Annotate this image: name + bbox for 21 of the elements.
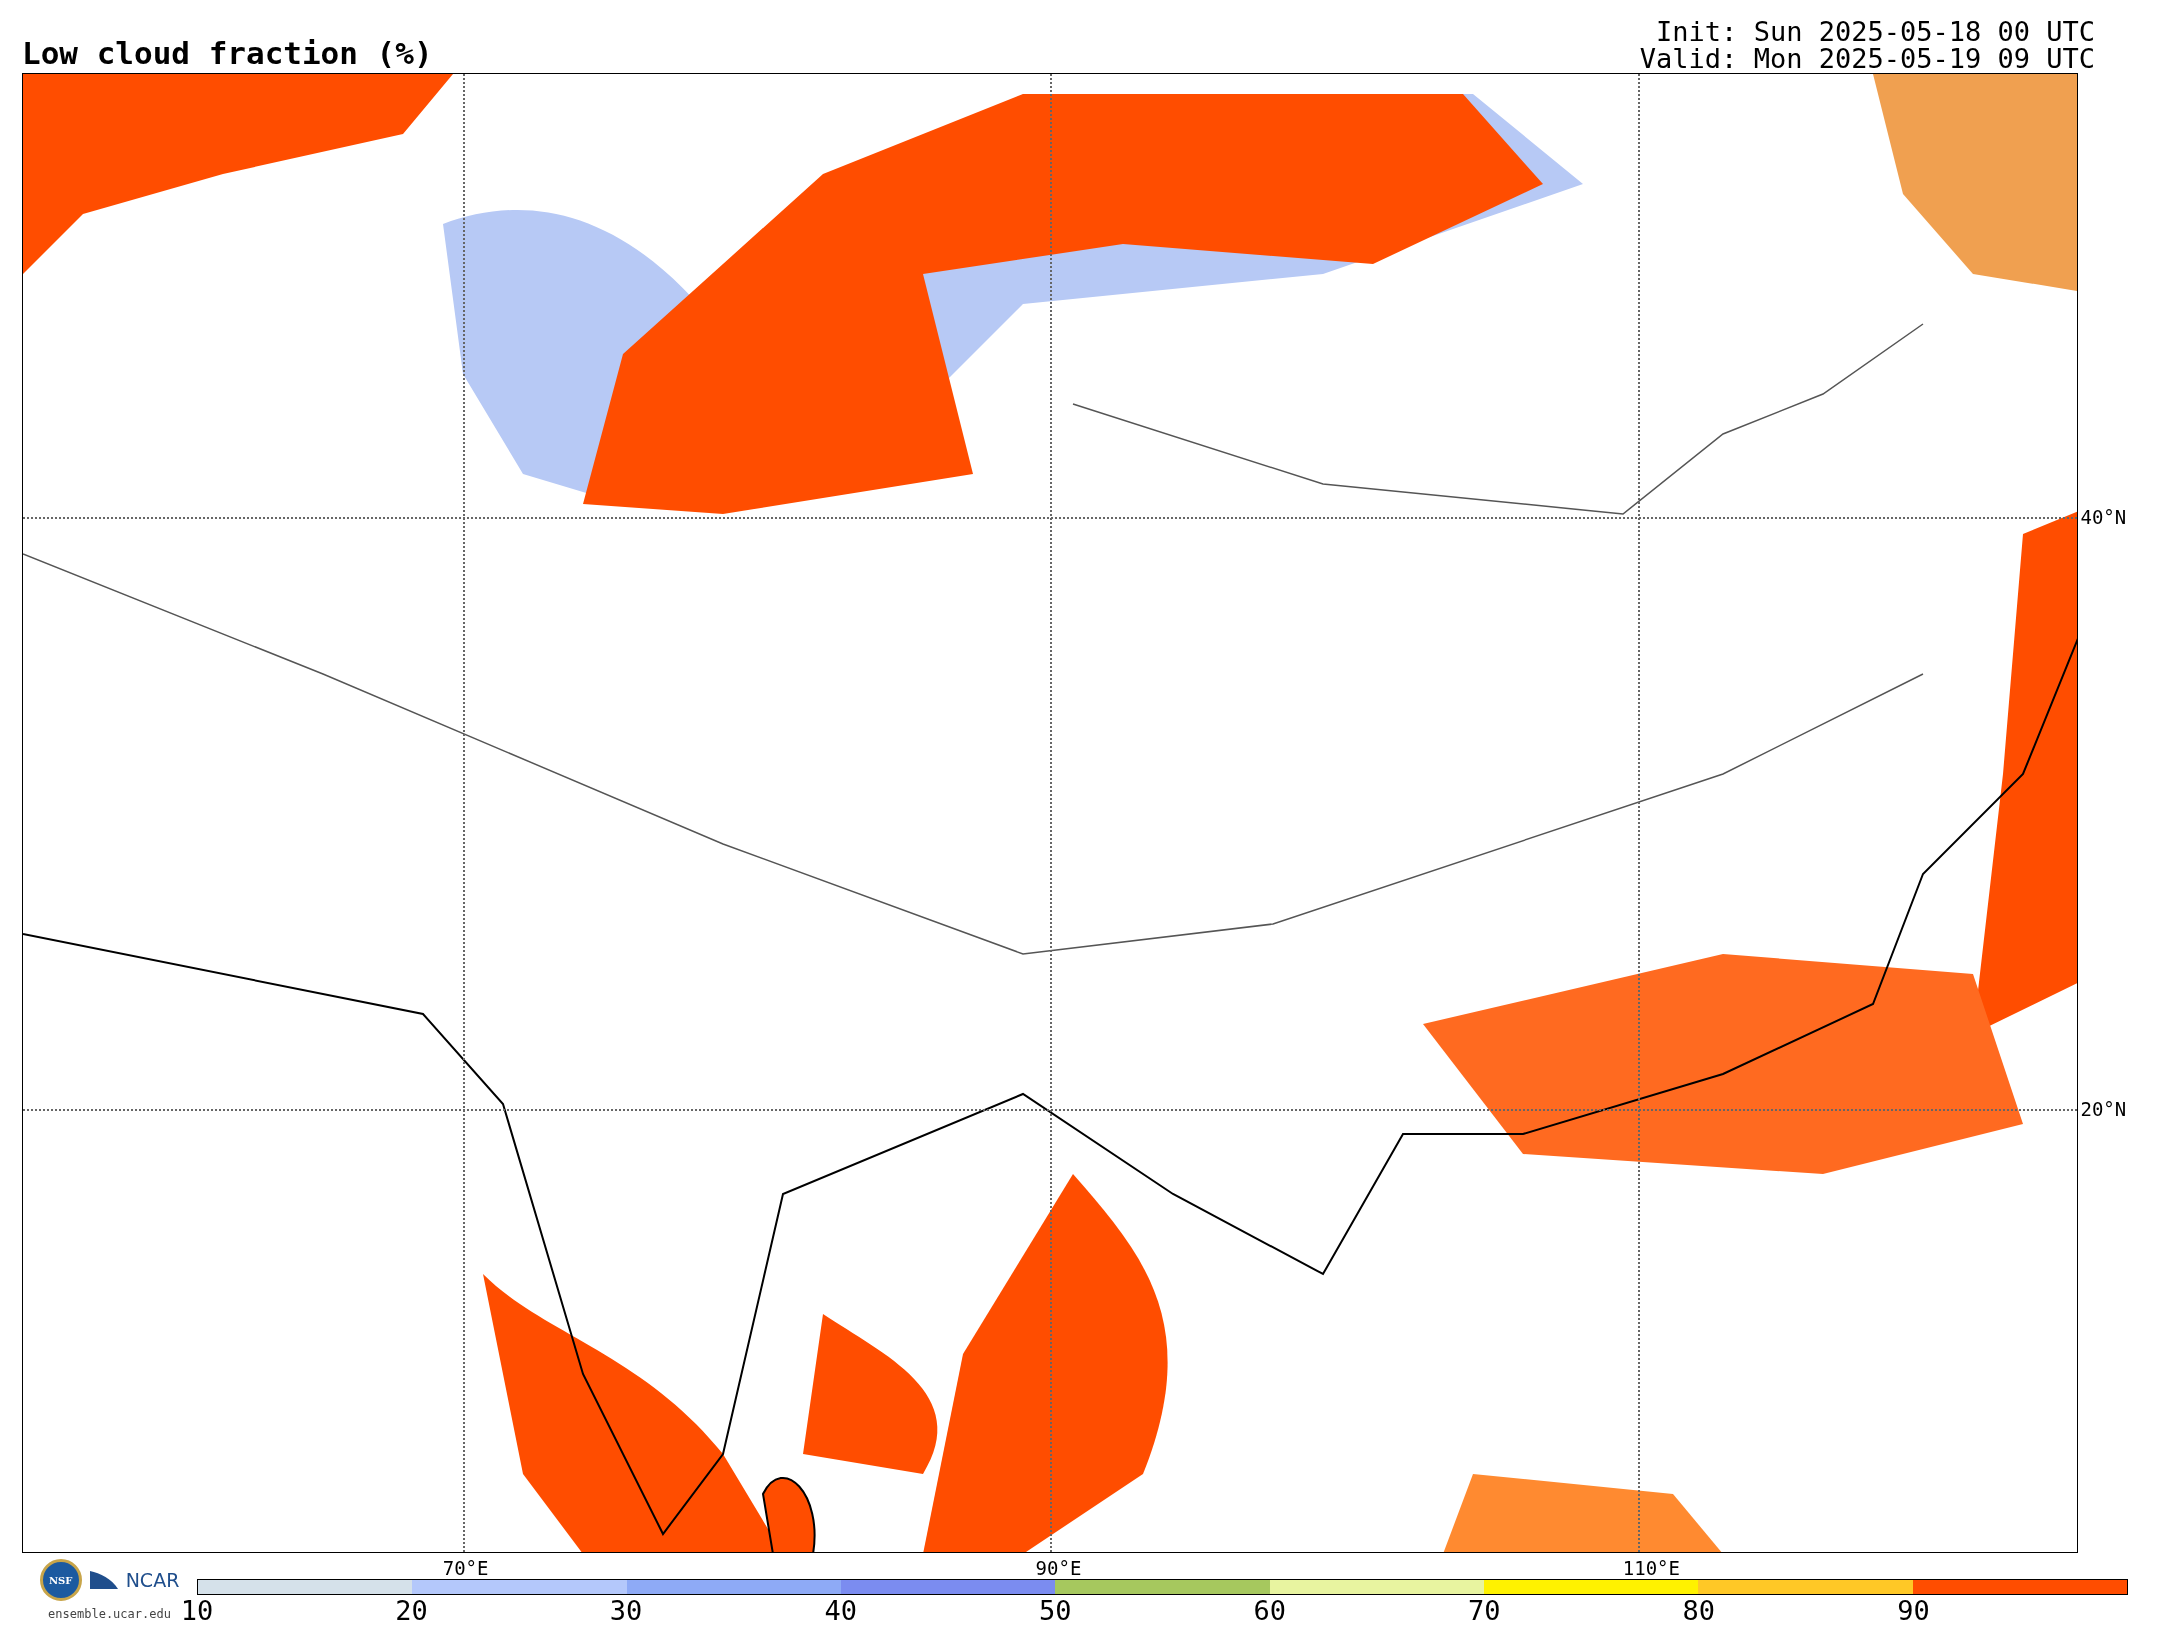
colorbar-label: 90 xyxy=(1897,1595,1930,1626)
colorbar-label: 80 xyxy=(1682,1595,1716,1626)
init-time: Init: Sun 2025-05-18 00 UTC xyxy=(1656,18,2095,45)
longitude-label: 90°E xyxy=(1035,1557,1082,1579)
colorbar-label: 60 xyxy=(1253,1595,1286,1626)
longitude-label: 70°E xyxy=(442,1557,489,1579)
latitude-label: 20°N xyxy=(2080,1098,2127,1120)
ncar-logo: NCAR xyxy=(125,1569,180,1591)
colorbar-label: 10 xyxy=(180,1595,214,1626)
latitude-label: 40°N xyxy=(2080,506,2127,528)
swoosh-icon xyxy=(89,1571,118,1589)
nsf-logo: NSF xyxy=(39,1559,82,1601)
valid-time: Valid: Mon 2025-05-19 09 UTC xyxy=(1639,45,2095,72)
website-url: ensemble.ucar.edu xyxy=(48,1607,171,1621)
colorbar-label: 20 xyxy=(395,1595,428,1626)
colorbar-label: 30 xyxy=(609,1595,643,1626)
colorbar-label: 40 xyxy=(824,1595,857,1626)
longitude-label: 110°E xyxy=(1622,1557,1680,1579)
chart-title: Low cloud fraction (%) xyxy=(22,35,433,71)
colorbar-label: 50 xyxy=(1038,1595,1072,1626)
colorbar-label: 70 xyxy=(1468,1595,1501,1626)
